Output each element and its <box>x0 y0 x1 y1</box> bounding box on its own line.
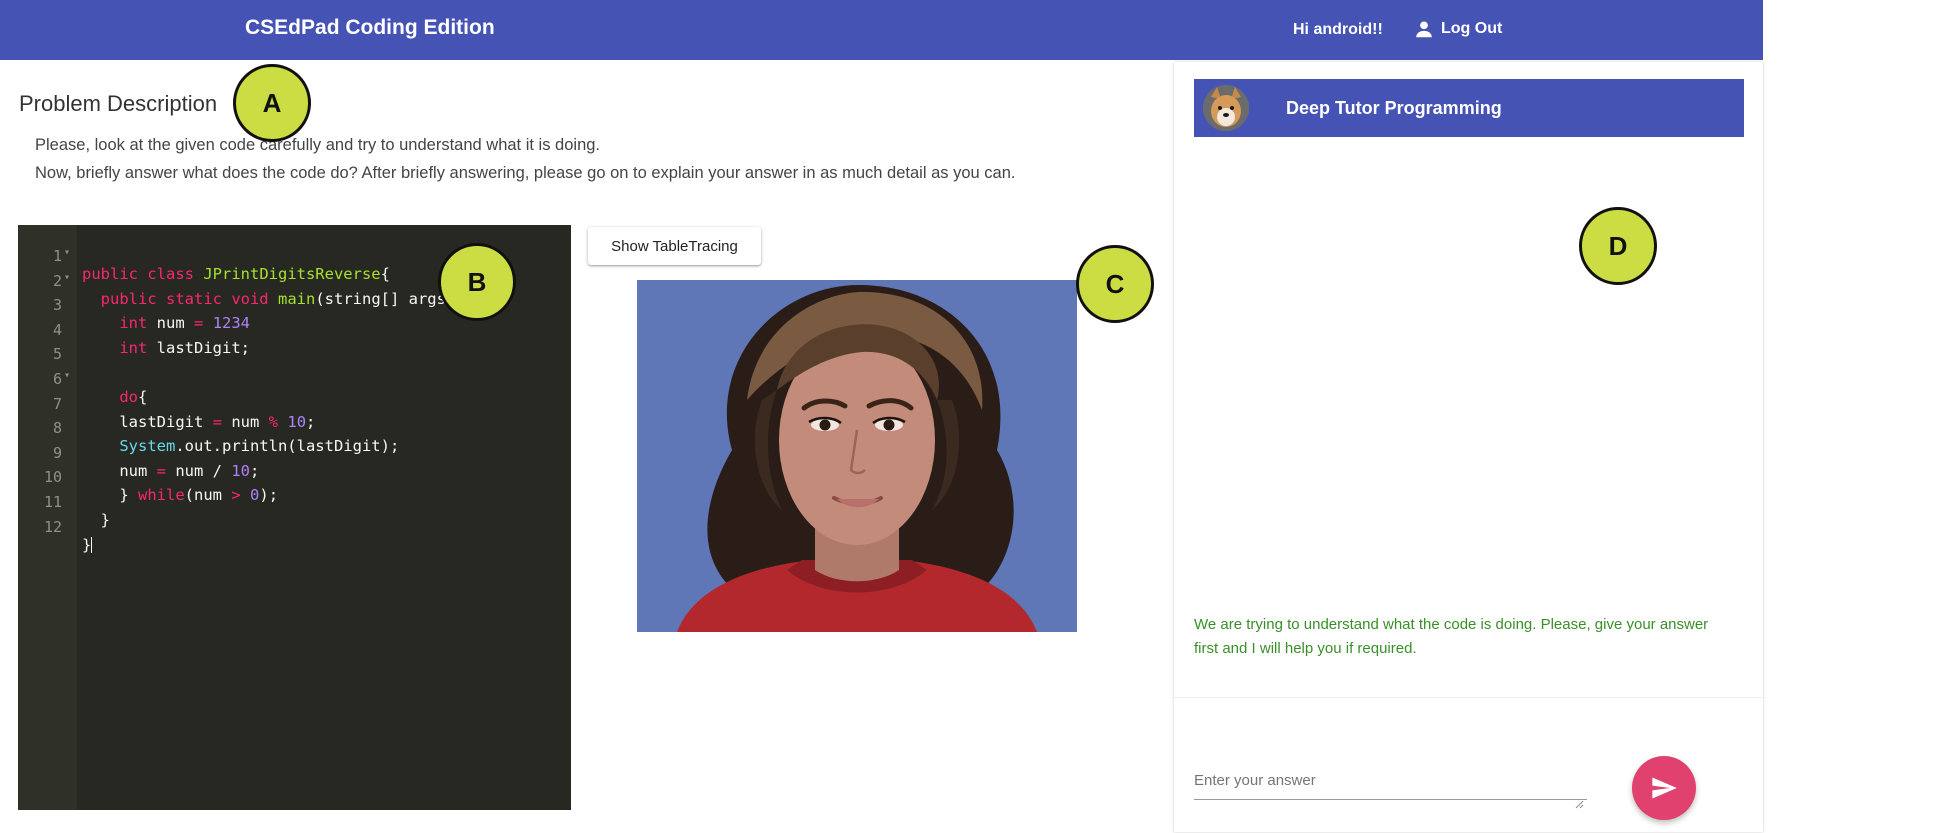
avatar-illustration <box>637 280 1077 632</box>
chat-panel: Deep Tutor Programming We are trying to … <box>1174 62 1763 832</box>
chat-header: Deep Tutor Programming <box>1194 79 1744 137</box>
code-line: 7 lastDigit = num % 10; <box>18 377 571 431</box>
callout-marker-a: A <box>233 64 311 142</box>
tutor-avatar-image <box>637 280 1077 632</box>
user-greeting: Hi android!! <box>1293 21 1383 38</box>
chat-divider <box>1174 697 1763 698</box>
code-line: 10 } while(num > 0); <box>18 450 571 504</box>
line-number: 12 <box>43 517 62 536</box>
code-line: 8 System.out.println(lastDigit); <box>18 401 571 455</box>
code-line: 9 num = num / 10; <box>18 426 571 480</box>
top-bar: CSEdPad Coding Edition Hi android!! Log … <box>0 0 1763 60</box>
send-button[interactable] <box>1632 756 1696 820</box>
app-root: CSEdPad Coding Edition Hi android!! Log … <box>0 0 1950 833</box>
user-icon <box>1416 21 1432 38</box>
code-line: 11 } <box>18 475 571 529</box>
logout-label: Log Out <box>1441 20 1503 37</box>
logout-button[interactable]: Log Out <box>1413 18 1502 40</box>
instruction-line-2: Now, briefly answer what does the code d… <box>35 164 1016 182</box>
app-title: CSEdPad Coding Edition <box>245 16 495 39</box>
answer-input[interactable] <box>1194 762 1587 800</box>
chat-header-title: Deep Tutor Programming <box>1286 98 1502 118</box>
callout-marker-c: C <box>1076 245 1154 323</box>
callout-marker-b: B <box>438 243 516 321</box>
code-line: 12 } <box>18 500 571 554</box>
code-line: 5 <box>18 327 571 363</box>
problem-title: Problem Description <box>19 91 218 116</box>
tutor-avatar <box>1203 85 1249 131</box>
resize-grip-icon[interactable] <box>1574 799 1584 809</box>
show-table-tracing-button[interactable]: Show TableTracing <box>588 227 761 265</box>
code-line: 6 ▾ do{ <box>18 352 571 406</box>
text-cursor <box>91 537 93 554</box>
instruction-line-1: Please, look at the given code carefully… <box>35 136 601 154</box>
callout-marker-d: D <box>1579 207 1657 285</box>
tutor-message: We are trying to understand what the cod… <box>1194 616 1709 657</box>
dog-avatar-icon <box>1203 85 1249 131</box>
send-icon <box>1652 777 1677 799</box>
